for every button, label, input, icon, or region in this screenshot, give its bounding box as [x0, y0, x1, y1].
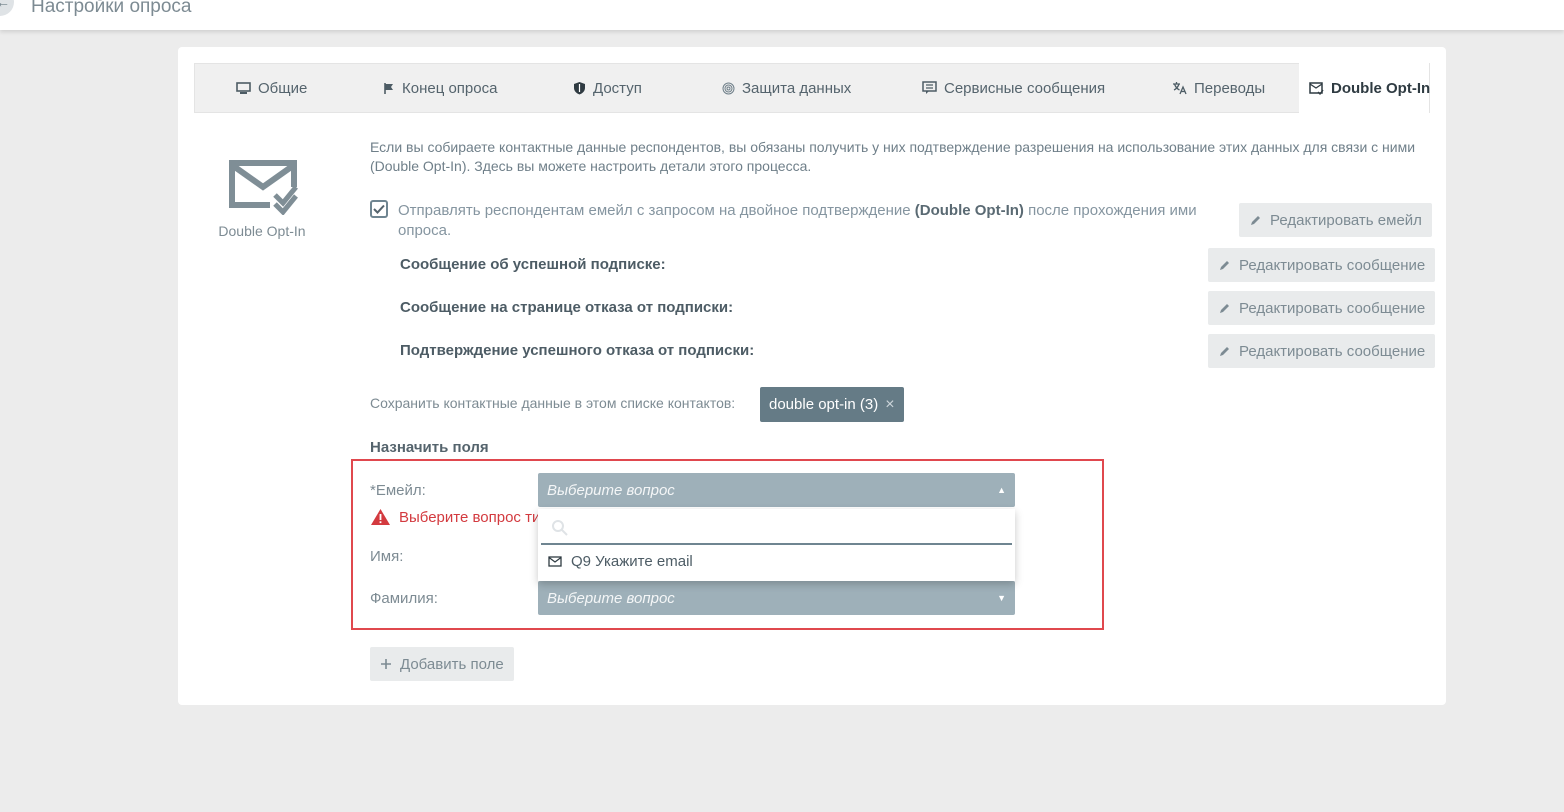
chevron-down-icon: ▼ [997, 593, 1006, 603]
translate-icon [1172, 81, 1187, 95]
send-email-label: Отправлять респондентам емейл с запросом… [398, 201, 1198, 241]
tab-label: Сервисные сообщения [944, 79, 1106, 97]
question-dropdown: Q9 Укажите email [538, 509, 1015, 581]
add-field-button[interactable]: Добавить поле [370, 647, 514, 681]
close-icon[interactable]: × [885, 396, 894, 414]
fingerprint-icon [722, 82, 735, 95]
edit-message-button-unsubscribe-confirm[interactable]: Редактировать сообщение [1208, 334, 1436, 368]
contact-list-label: Сохранить контактные данные в этом списк… [370, 395, 736, 411]
tab-double-opt-in[interactable]: Double Opt-In [1299, 63, 1431, 113]
button-label: Редактировать емейл [1270, 211, 1422, 229]
tab-survey-end[interactable]: Конец опроса [383, 64, 497, 112]
email-error: Выберите вопрос тип [370, 508, 548, 526]
assign-fields-title: Назначить поля [370, 439, 489, 456]
message-label-subscribe: Сообщение об успешной подписке: [400, 256, 666, 273]
messages-icon [922, 81, 937, 95]
email-question-select[interactable]: Выберите вопрос ▲ [538, 473, 1015, 507]
monitor-icon [236, 81, 251, 95]
contact-list-tag: double opt-in (3) × [760, 387, 904, 422]
button-label: Добавить поле [400, 655, 504, 673]
mail-icon [548, 556, 562, 567]
tab-bar: Общие Конец опроса Доступ Защита данных … [194, 63, 1430, 113]
send-email-text: Отправлять респондентам емейл с запросом… [398, 202, 915, 219]
send-email-bold: (Double Opt-In) [914, 202, 1024, 219]
tab-label: Доступ [593, 79, 642, 97]
settings-card: Общие Конец опроса Доступ Защита данных … [178, 47, 1446, 705]
plus-icon [380, 658, 392, 670]
intro-text: Если вы собираете контактные данные респ… [370, 139, 1416, 174]
search-icon [551, 519, 568, 541]
error-text: Выберите вопрос тип [399, 508, 549, 526]
tab-label: Общие [258, 79, 308, 97]
email-field-label: *Емейл: [370, 482, 426, 499]
name-field-label: Имя: [370, 548, 404, 565]
tab-service-messages[interactable]: Сервисные сообщения [922, 64, 1105, 112]
dropdown-option[interactable]: Q9 Укажите email [548, 553, 693, 570]
pencil-icon [1249, 214, 1262, 227]
edit-message-button-subscribe[interactable]: Редактировать сообщение [1208, 248, 1436, 282]
option-label: Q9 Укажите email [571, 553, 693, 570]
arrow-left-icon[interactable]: ← [0, 0, 14, 16]
top-bar: ← Настройки опроса [0, 0, 1564, 30]
tab-label: Переводы [1194, 79, 1266, 97]
pencil-icon [1218, 345, 1231, 358]
pencil-icon [1218, 259, 1231, 272]
page-title: Настройки опроса [31, 0, 192, 17]
tab-label: Защита данных [742, 79, 852, 97]
tab-label: Double Opt-In [1331, 79, 1431, 97]
edit-message-button-unsubscribe-page[interactable]: Редактировать сообщение [1208, 291, 1436, 325]
button-label: Редактировать сообщение [1239, 256, 1426, 274]
warning-icon [370, 508, 391, 526]
button-label: Редактировать сообщение [1239, 299, 1426, 317]
dropdown-search-input[interactable] [541, 512, 1012, 545]
tab-general[interactable]: Общие [236, 64, 307, 112]
flag-icon [383, 82, 395, 95]
edit-email-button[interactable]: Редактировать емейл [1239, 203, 1432, 237]
chevron-up-icon: ▲ [997, 485, 1006, 495]
check-icon [373, 204, 385, 214]
message-label-unsubscribe-confirm: Подтверждение успешного отказа от подпис… [400, 342, 755, 359]
select-placeholder: Выберите вопрос [547, 481, 675, 499]
surname-field-label: Фамилия: [370, 590, 438, 607]
tab-data-protection[interactable]: Защита данных [722, 64, 851, 112]
message-label-unsubscribe-page: Сообщение на странице отказа от подписки… [400, 299, 734, 316]
surname-question-select[interactable]: Выберите вопрос ▼ [538, 581, 1015, 615]
tag-label: double opt-in (3) [769, 396, 879, 413]
pencil-icon [1218, 302, 1231, 315]
mail-check-icon [226, 157, 300, 220]
mail-check-icon [1309, 81, 1324, 95]
shield-icon [573, 81, 586, 95]
side-label: Double Opt-In [218, 223, 306, 239]
select-placeholder: Выберите вопрос [547, 589, 675, 607]
button-label: Редактировать сообщение [1239, 342, 1426, 360]
tab-label: Конец опроса [402, 79, 498, 97]
tab-access[interactable]: Доступ [573, 64, 642, 112]
tab-translations[interactable]: Переводы [1172, 64, 1265, 112]
send-email-checkbox[interactable] [370, 200, 388, 218]
